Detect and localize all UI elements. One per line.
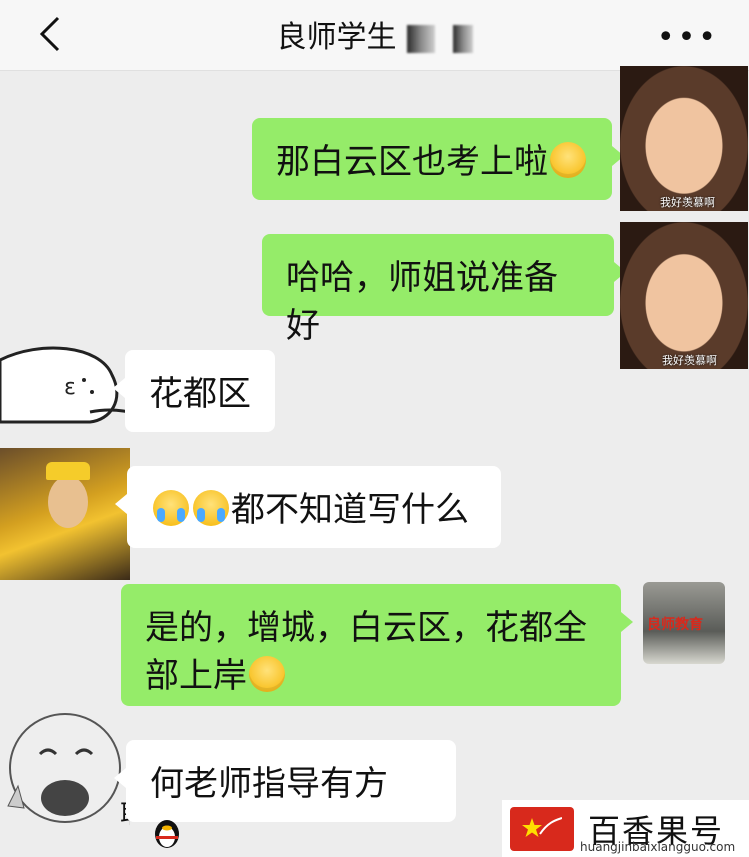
crying-laughing-emoji-icon [193,489,229,526]
avatar-caption: 我好羡慕啊 [660,196,715,209]
chat-title: 良师学生 [0,12,749,56]
avatar-caption: 我好羡慕啊 [662,354,717,367]
crying-laughing-emoji-icon [153,489,189,526]
penguin-icon [155,819,179,848]
avatar-kid-meme[interactable]: 耶! [0,706,130,830]
avatar-baby[interactable]: 我好羡慕啊 [620,66,748,211]
avatar-school-logo[interactable]: 良师教育 [643,582,725,664]
watermark-url: huangjinbaixiangguo.com [580,840,736,854]
avatar-monk[interactable] [0,448,130,580]
message-bubble-received[interactable]: 都不知道写什么 [115,466,501,548]
message-bubble-received[interactable]: 花都区 [113,350,275,432]
smirk-emoji-icon [249,655,285,692]
blurred-name-2 [452,24,473,53]
avatar-baby[interactable]: 我好羡慕啊 [620,222,748,369]
red-flag-icon [510,806,574,851]
chat-header: 良师学生 ••• [0,0,749,71]
message-bubble-sent[interactable]: 那白云区也考上啦 [252,118,624,200]
message-bubble-received[interactable]: 何老师指导有方 [114,740,456,848]
more-button[interactable]: ••• [657,20,719,55]
message-bubble-sent[interactable]: 是的，增城，白云区，花都全 部上岸 [121,584,633,706]
school-logo-text: 良师教育 [647,617,703,633]
watermark-logo: 百香果号 huangjinbaixiangguo.com [502,800,749,857]
kid-meme-icon [7,713,121,823]
svg-text:ε: ε [64,375,76,400]
smiling-emoji-icon [550,141,586,178]
blurred-name [406,24,435,53]
message-bubble-sent[interactable]: 哈哈，师姐说准备好 [262,234,626,346]
